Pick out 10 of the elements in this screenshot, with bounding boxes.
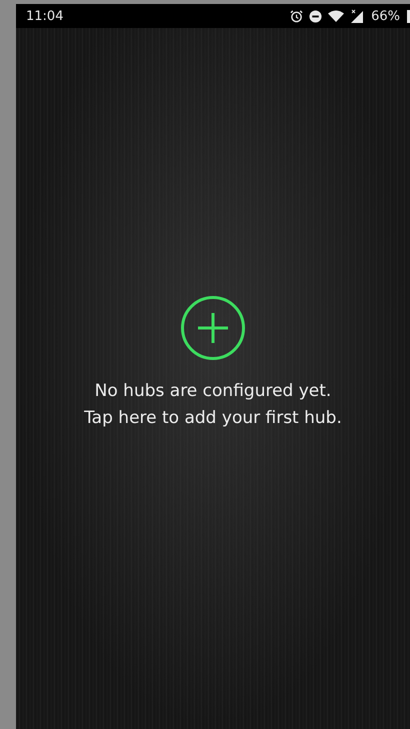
plus-icon <box>196 310 230 344</box>
signal-icon <box>350 9 364 23</box>
add-hub-button[interactable] <box>181 296 245 360</box>
battery-percentage: 66% <box>371 8 400 24</box>
wifi-icon <box>328 10 344 22</box>
clock-time: 11:04 <box>26 8 64 24</box>
empty-state-message[interactable]: No hubs are configured yet. Tap here to add your first hub. <box>84 378 342 432</box>
alarm-icon <box>290 10 304 22</box>
do-not-disturb-icon <box>309 10 322 22</box>
battery-icon <box>406 10 410 22</box>
